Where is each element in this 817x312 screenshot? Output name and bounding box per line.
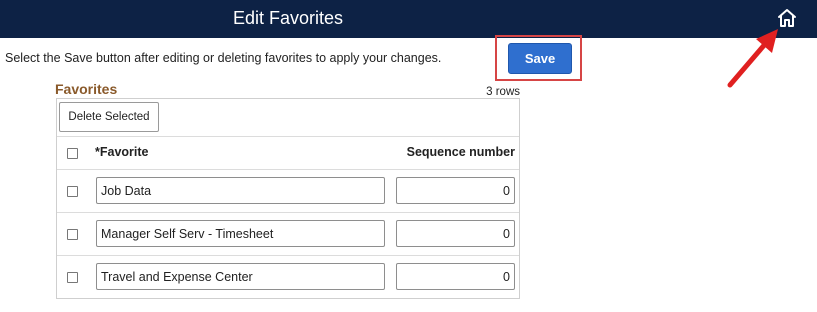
favorites-grid: Delete Selected *Favorite Sequence numbe… bbox=[56, 98, 520, 299]
sequence-column-header: Sequence number bbox=[406, 145, 515, 159]
favorite-column-header: *Favorite bbox=[95, 145, 149, 159]
sequence-number-input[interactable] bbox=[396, 263, 515, 290]
instructions-text: Select the Save button after editing or … bbox=[5, 51, 442, 65]
table-row bbox=[57, 213, 519, 256]
sequence-number-input[interactable] bbox=[396, 220, 515, 247]
row-count: 3 rows bbox=[486, 86, 520, 98]
favorite-name-input[interactable] bbox=[96, 263, 385, 290]
row-checkbox[interactable] bbox=[67, 186, 78, 197]
row-checkbox[interactable] bbox=[67, 272, 78, 283]
favorite-name-input[interactable] bbox=[96, 220, 385, 247]
select-all-checkbox[interactable] bbox=[67, 148, 78, 159]
grid-header-row: *Favorite Sequence number bbox=[57, 136, 519, 170]
table-row bbox=[57, 170, 519, 213]
row-checkbox[interactable] bbox=[67, 229, 78, 240]
save-button[interactable]: Save bbox=[508, 43, 572, 74]
grid-toolbar: Delete Selected bbox=[57, 99, 519, 137]
page-title: Edit Favorites bbox=[232, 8, 344, 28]
red-arrow-annotation bbox=[727, 29, 778, 88]
favorites-section-title: Favorites bbox=[55, 81, 118, 97]
table-row bbox=[57, 256, 519, 299]
page-header: Edit Favorites bbox=[0, 0, 817, 38]
favorite-name-input[interactable] bbox=[96, 177, 385, 204]
sequence-number-input[interactable] bbox=[396, 177, 515, 204]
delete-selected-button[interactable]: Delete Selected bbox=[59, 102, 159, 132]
